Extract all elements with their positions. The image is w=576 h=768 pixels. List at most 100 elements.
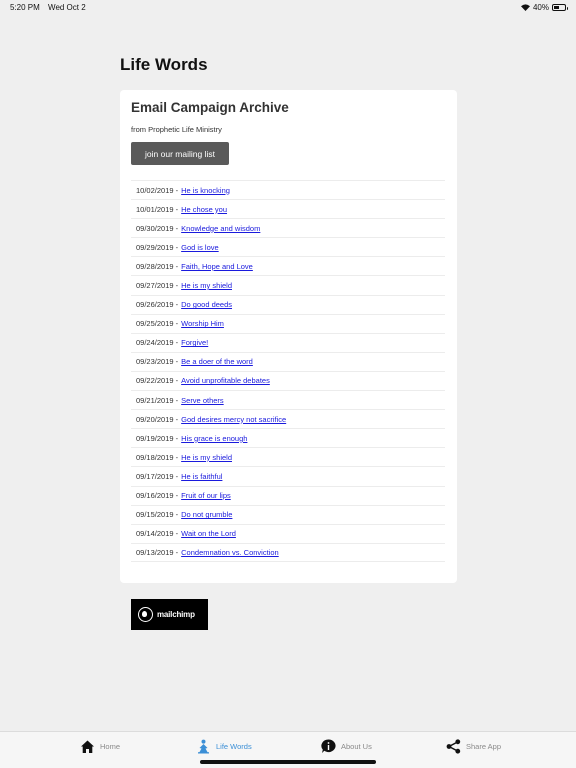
archive-subtitle: from Prophetic Life Ministry	[131, 125, 222, 134]
archive-card: Email Campaign Archive from Prophetic Li…	[120, 90, 457, 583]
archive-item-separator: -	[173, 491, 179, 501]
archive-list-item: 09/20/2019 - God desires mercy not sacrif…	[131, 409, 445, 428]
archive-item-link[interactable]: His grace is enough	[181, 434, 247, 443]
archive-item-separator: -	[173, 357, 179, 367]
archive-item-link[interactable]: Worship Him	[181, 319, 224, 328]
archive-item-separator: -	[173, 414, 179, 424]
archive-item-separator: -	[173, 319, 179, 329]
status-right: 40%	[520, 3, 568, 12]
archive-item-link[interactable]: He is faithful	[181, 472, 222, 481]
info-icon	[321, 738, 336, 754]
archive-list-item: 09/21/2019 - Serve others	[131, 390, 445, 409]
status-left: 5:20 PM Wed Oct 2	[10, 3, 92, 12]
archive-list: 10/02/2019 - He is knocking 10/01/2019 - He…	[131, 180, 445, 562]
status-time: 5:20 PM	[10, 3, 40, 12]
archive-item-date: 09/24/2019	[136, 338, 174, 348]
status-bar: 5:20 PM Wed Oct 2 40%	[0, 0, 576, 14]
archive-item-date: 10/01/2019	[136, 204, 174, 214]
archive-list-item: 09/22/2019 - Avoid unprofitable debates	[131, 370, 445, 390]
tab-about-us[interactable]: About Us	[321, 738, 372, 754]
archive-list-item: 10/01/2019 - He chose you	[131, 199, 445, 218]
archive-item-separator: -	[173, 223, 179, 233]
archive-item-separator: -	[173, 471, 179, 481]
archive-item-link[interactable]: Do good deeds	[181, 300, 232, 309]
archive-item-link[interactable]: Do not grumble	[181, 510, 232, 519]
archive-item-date: 09/16/2019	[136, 491, 174, 501]
archive-item-separator: -	[173, 433, 179, 443]
archive-list-item: 09/17/2019 - He is faithful	[131, 466, 445, 485]
mailchimp-icon	[138, 607, 153, 622]
archive-item-date: 09/15/2019	[136, 510, 174, 520]
archive-item-link[interactable]: Faith, Hope and Love	[181, 262, 253, 271]
archive-list-item: 09/14/2019 - Wait on the Lord	[131, 523, 445, 543]
tab-home-label: Home	[100, 741, 121, 751]
tab-share-app-label: Share App	[466, 741, 502, 751]
share-icon	[446, 738, 461, 754]
archive-item-link[interactable]: Fruit of our lips	[181, 491, 231, 500]
archive-item-link[interactable]: God is love	[181, 243, 219, 252]
home-icon	[80, 739, 95, 754]
archive-item-link[interactable]: God desires mercy not sacrifice	[181, 415, 286, 424]
archive-list-item: 09/13/2019 - Condemnation vs. Conviction	[131, 542, 445, 562]
status-date: Wed Oct 2	[48, 3, 86, 12]
archive-list-item: 09/23/2019 - Be a doer of the word	[131, 351, 445, 371]
archive-item-date: 09/14/2019	[136, 529, 174, 539]
archive-item-date: 09/13/2019	[136, 547, 174, 557]
tab-share-app[interactable]: Share App	[446, 738, 501, 754]
archive-item-date: 10/02/2019	[136, 185, 174, 195]
archive-item-link[interactable]: Condemnation vs. Conviction	[181, 548, 279, 557]
archive-item-date: 09/26/2019	[136, 300, 174, 310]
archive-item-separator: -	[173, 242, 179, 252]
archive-list-item: 09/27/2019 - He is my shield	[131, 275, 445, 294]
archive-item-date: 09/25/2019	[136, 319, 174, 329]
archive-list-item: 09/29/2019 - God is love	[131, 237, 445, 256]
archive-item-separator: -	[173, 452, 179, 462]
archive-item-separator: -	[173, 376, 179, 386]
archive-list-item: 09/24/2019 - Forgive!	[131, 332, 445, 352]
praying-person-icon	[196, 739, 211, 754]
archive-list-item: 09/19/2019 - His grace is enough	[131, 428, 445, 447]
archive-item-link[interactable]: Be a doer of the word	[181, 357, 253, 366]
archive-item-link[interactable]: He is knocking	[181, 186, 230, 195]
mailchimp-logo[interactable]: mailchimp	[131, 599, 208, 630]
archive-item-date: 09/21/2019	[136, 395, 174, 405]
archive-item-link[interactable]: Wait on the Lord	[181, 529, 236, 538]
archive-item-link[interactable]: Avoid unprofitable debates	[181, 376, 270, 385]
archive-item-separator: -	[173, 529, 179, 539]
archive-item-separator: -	[173, 204, 179, 214]
archive-list-item: 09/15/2019 - Do not grumble	[131, 504, 445, 524]
archive-item-separator: -	[173, 395, 179, 405]
archive-item-link[interactable]: Forgive!	[181, 338, 208, 347]
archive-list-item: 10/02/2019 - He is knocking	[131, 180, 445, 199]
tab-life-words[interactable]: Life Words	[196, 738, 252, 754]
archive-item-date: 09/23/2019	[136, 357, 174, 367]
battery-fill	[554, 6, 559, 9]
battery-icon	[552, 4, 568, 11]
archive-item-separator: -	[173, 185, 179, 195]
archive-item-separator: -	[173, 510, 179, 520]
archive-item-date: 09/28/2019	[136, 261, 174, 271]
join-mailing-list-button[interactable]: join our mailing list	[131, 142, 229, 165]
archive-item-date: 09/22/2019	[136, 376, 174, 386]
mailchimp-wordmark: mailchimp	[157, 610, 195, 619]
archive-item-separator: -	[173, 261, 179, 271]
archive-item-link[interactable]: He chose you	[181, 205, 227, 214]
tab-home[interactable]: Home	[80, 738, 120, 754]
archive-item-separator: -	[173, 300, 179, 310]
archive-item-date: 09/29/2019	[136, 242, 174, 252]
archive-item-link[interactable]: Serve others	[181, 396, 224, 405]
tab-about-us-label: About Us	[341, 741, 372, 751]
archive-item-link[interactable]: Knowledge and wisdom	[181, 224, 260, 233]
archive-item-link[interactable]: He is my shield	[181, 281, 232, 290]
archive-item-link[interactable]: He is my shield	[181, 453, 232, 462]
archive-list-item: 09/16/2019 - Fruit of our lips	[131, 485, 445, 505]
archive-item-date: 09/19/2019	[136, 433, 174, 443]
archive-item-separator: -	[173, 547, 179, 557]
archive-list-item: 09/30/2019 - Knowledge and wisdom	[131, 218, 445, 237]
archive-title: Email Campaign Archive	[131, 100, 289, 115]
archive-list-item: 09/28/2019 - Faith, Hope and Love	[131, 256, 445, 275]
wifi-icon	[520, 4, 530, 11]
archive-item-separator: -	[173, 338, 179, 348]
archive-list-item: 09/18/2019 - He is my shield	[131, 447, 445, 466]
archive-item-separator: -	[173, 281, 179, 291]
